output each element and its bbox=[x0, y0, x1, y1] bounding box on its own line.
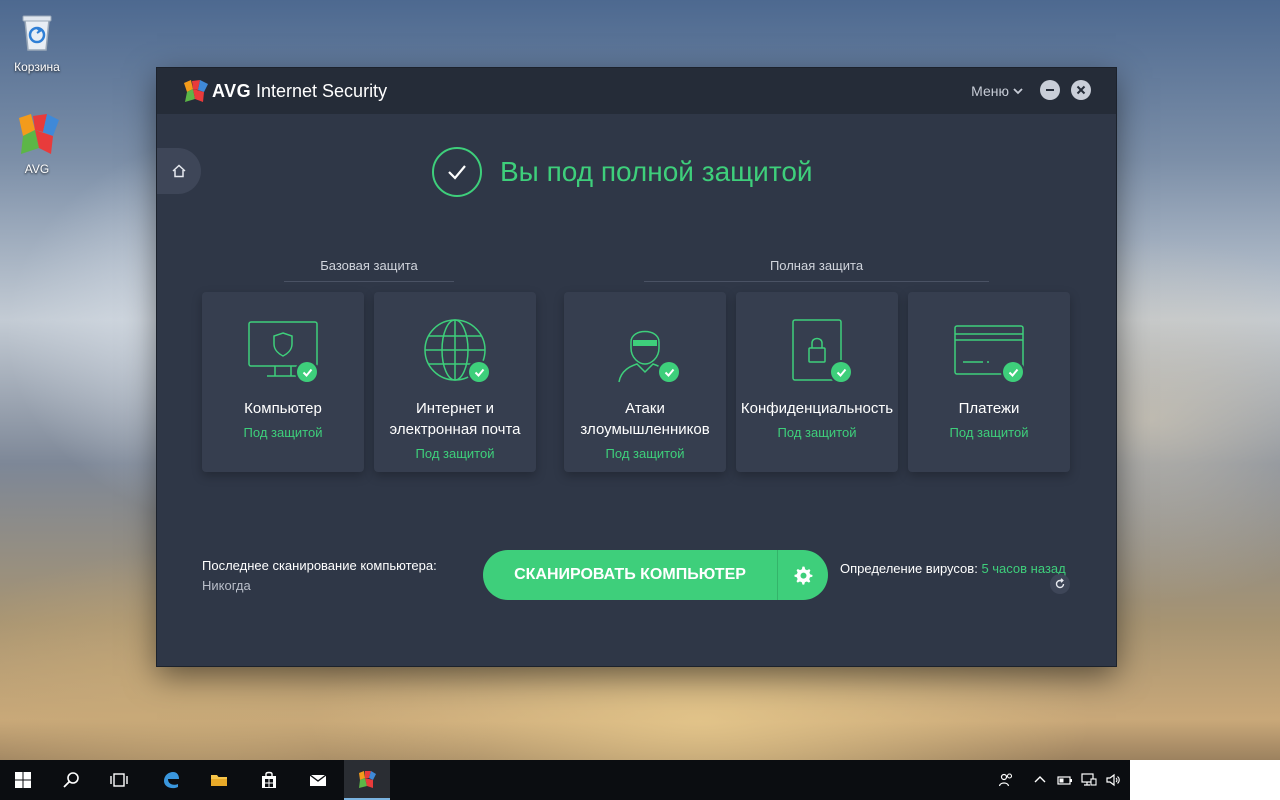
file-explorer-icon bbox=[211, 775, 227, 786]
menu-button[interactable]: Меню bbox=[971, 83, 1023, 99]
check-badge-icon bbox=[831, 362, 851, 382]
card-computer[interactable]: Компьютер Под защитой bbox=[202, 292, 364, 472]
task-view-icon bbox=[110, 773, 128, 787]
group-divider-full bbox=[644, 281, 989, 282]
network-icon bbox=[1081, 773, 1097, 786]
check-badge-icon bbox=[297, 362, 317, 382]
scan-computer-button[interactable]: СКАНИРОВАТЬ КОМПЬЮТЕР bbox=[483, 550, 777, 600]
search-icon bbox=[63, 772, 79, 788]
titlebar: AVG Internet Security Меню bbox=[157, 68, 1116, 114]
menu-label: Меню bbox=[971, 83, 1009, 99]
taskbar-blank-area bbox=[1130, 760, 1280, 800]
protection-status: Вы под полной защитой bbox=[432, 146, 813, 198]
card-status: Под защитой bbox=[605, 446, 685, 461]
check-badge-icon bbox=[469, 362, 489, 382]
recycle-bin-icon bbox=[13, 8, 61, 56]
task-view-button[interactable] bbox=[96, 760, 142, 800]
check-badge-icon bbox=[659, 362, 679, 382]
scan-computer-button-group: СКАНИРОВАТЬ КОМПЬЮТЕР bbox=[483, 550, 828, 600]
avg-logo-icon bbox=[13, 110, 61, 158]
card-internet-email[interactable]: Интернет и электронная почта Под защитой bbox=[374, 292, 536, 472]
start-button[interactable] bbox=[0, 760, 46, 800]
last-scan-label: Последнее сканирование компьютера: bbox=[202, 558, 437, 573]
card-hacker-attacks[interactable]: Атаки злоумышленников Под защитой bbox=[564, 292, 726, 472]
card-status: Под защитой bbox=[949, 425, 1029, 440]
group-label-full: Полная защита bbox=[769, 258, 864, 273]
show-hidden-icons-button[interactable] bbox=[1030, 760, 1050, 800]
people-button[interactable] bbox=[992, 760, 1020, 800]
card-title: Интернет и электронная почта Под защитой bbox=[374, 398, 536, 464]
close-icon bbox=[1076, 85, 1086, 95]
chevron-up-icon bbox=[1034, 776, 1046, 783]
card-title: Атаки злоумышленников Под защитой bbox=[564, 398, 726, 464]
check-badge-icon bbox=[1003, 362, 1023, 382]
card-status: Под защитой bbox=[415, 446, 495, 461]
card-payments[interactable]: Платежи Под защитой bbox=[908, 292, 1070, 472]
desktop-icon-recycle-bin[interactable]: Корзина bbox=[0, 8, 74, 74]
check-icon bbox=[432, 147, 482, 197]
desktop-icon-label: AVG bbox=[24, 162, 50, 176]
home-icon bbox=[172, 164, 186, 178]
taskbar bbox=[0, 760, 1130, 800]
volume-icon bbox=[1106, 773, 1120, 787]
desktop-icon-label: Корзина bbox=[14, 60, 60, 74]
refresh-icon bbox=[1055, 578, 1065, 589]
avg-taskbar-icon bbox=[359, 771, 376, 788]
windows-start-icon bbox=[15, 772, 31, 788]
avg-taskbar-button[interactable] bbox=[344, 760, 390, 800]
card-title: Компьютер Под защитой bbox=[202, 398, 364, 443]
gear-icon bbox=[794, 566, 813, 585]
mail-button[interactable] bbox=[295, 760, 341, 800]
store-button[interactable] bbox=[246, 760, 292, 800]
edge-button[interactable] bbox=[148, 760, 194, 800]
card-title: Конфиденциальность Под защитой bbox=[736, 398, 898, 443]
virus-definitions: Определение вирусов: 5 часов назад bbox=[840, 561, 1066, 576]
avg-window: AVG Internet Security Меню Вы под полной… bbox=[157, 68, 1116, 666]
virus-definitions-time[interactable]: 5 часов назад bbox=[981, 561, 1065, 576]
status-text: Вы под полной защитой bbox=[500, 156, 813, 187]
home-button[interactable] bbox=[157, 148, 201, 194]
virus-definitions-label: Определение вирусов: bbox=[840, 561, 978, 576]
people-icon bbox=[998, 773, 1013, 787]
volume-button[interactable] bbox=[1102, 760, 1124, 800]
battery-button[interactable] bbox=[1054, 760, 1076, 800]
card-status: Под защитой bbox=[243, 425, 323, 440]
group-divider-basic bbox=[284, 281, 454, 282]
scan-settings-button[interactable] bbox=[778, 550, 828, 600]
last-scan-value: Никогда bbox=[202, 578, 251, 593]
desktop-icon-avg[interactable]: AVG bbox=[0, 110, 74, 176]
network-button[interactable] bbox=[1078, 760, 1100, 800]
minimize-button[interactable] bbox=[1040, 80, 1060, 100]
chevron-down-icon bbox=[1013, 83, 1023, 99]
brand-name: AVG bbox=[212, 81, 252, 101]
product-name: Internet Security bbox=[256, 81, 388, 101]
mail-icon bbox=[309, 774, 327, 786]
avg-logo-icon bbox=[183, 79, 209, 103]
file-explorer-button[interactable] bbox=[196, 760, 242, 800]
store-icon bbox=[262, 771, 276, 788]
card-status: Под защитой bbox=[777, 425, 857, 440]
battery-icon bbox=[1057, 776, 1072, 785]
card-privacy[interactable]: Конфиденциальность Под защитой bbox=[736, 292, 898, 472]
minimize-icon bbox=[1046, 89, 1054, 91]
edge-icon bbox=[164, 772, 179, 789]
group-label-basic: Базовая защита bbox=[320, 258, 418, 273]
refresh-definitions-button[interactable] bbox=[1050, 574, 1070, 594]
card-title: Платежи Под защитой bbox=[908, 398, 1070, 443]
close-button[interactable] bbox=[1071, 80, 1091, 100]
search-button[interactable] bbox=[48, 760, 94, 800]
